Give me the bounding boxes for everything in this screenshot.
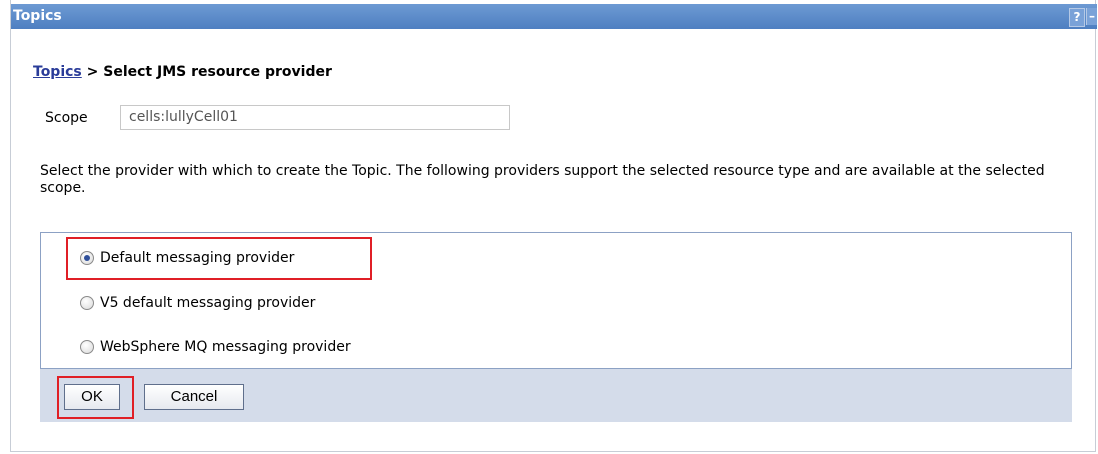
description-text: Select the provider with which to create… xyxy=(40,163,1045,196)
cancel-button[interactable]: Cancel xyxy=(144,384,244,410)
scope-label: Scope xyxy=(45,110,88,126)
provider-option-mq[interactable]: WebSphere MQ messaging provider xyxy=(80,339,351,355)
radio-unselected-icon[interactable] xyxy=(80,340,94,354)
scope-field: cells:lullyCell01 xyxy=(120,105,510,130)
breadcrumb-current: Select JMS resource provider xyxy=(103,64,332,80)
breadcrumb: Topics > Select JMS resource provider xyxy=(33,64,332,80)
highlight-box-provider xyxy=(66,237,372,280)
provider-option-label: V5 default messaging provider xyxy=(100,295,316,311)
provider-option-label: WebSphere MQ messaging provider xyxy=(100,339,351,355)
highlight-box-ok xyxy=(57,376,134,419)
title-bar: Topics ? – xyxy=(11,4,1097,29)
breadcrumb-separator: > xyxy=(86,64,99,80)
radio-unselected-icon[interactable] xyxy=(80,296,94,310)
minimize-icon[interactable]: – xyxy=(1086,8,1097,25)
provider-option-v5[interactable]: V5 default messaging provider xyxy=(80,295,315,311)
help-icon[interactable]: ? xyxy=(1069,8,1085,27)
breadcrumb-link-topics[interactable]: Topics xyxy=(33,64,82,80)
panel-title: Topics xyxy=(13,8,62,24)
